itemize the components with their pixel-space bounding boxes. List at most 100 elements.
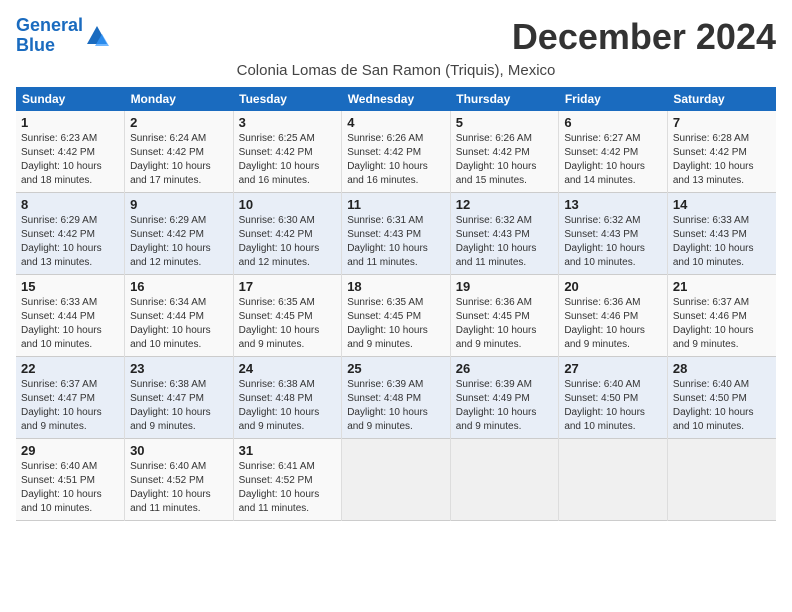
day-info: Sunrise: 6:26 AMSunset: 4:42 PMDaylight:…: [456, 132, 554, 188]
calendar-week-row: 22 Sunrise: 6:37 AMSunset: 4:47 PMDayligh…: [16, 357, 776, 439]
header-tuesday: Tuesday: [233, 87, 342, 111]
calendar-cell: 7 Sunrise: 6:28 AMSunset: 4:42 PMDaylight…: [667, 111, 776, 193]
day-info: Sunrise: 6:33 AMSunset: 4:44 PMDaylight:…: [21, 296, 119, 352]
day-info: Sunrise: 6:24 AMSunset: 4:42 PMDaylight:…: [130, 132, 228, 188]
location-subtitle: Colonia Lomas de San Ramon (Triquis), Me…: [16, 62, 776, 79]
day-info: Sunrise: 6:35 AMSunset: 4:45 PMDaylight:…: [239, 296, 337, 352]
day-info: Sunrise: 6:40 AMSunset: 4:51 PMDaylight:…: [21, 460, 119, 516]
day-number: 5: [456, 115, 554, 130]
day-number: 21: [673, 279, 771, 294]
day-number: 23: [130, 361, 228, 376]
day-info: Sunrise: 6:40 AMSunset: 4:50 PMDaylight:…: [673, 378, 771, 434]
calendar-cell: 18Sunrise: 6:35 AMSunset: 4:45 PMDayligh…: [342, 275, 451, 357]
calendar-cell: 30Sunrise: 6:40 AMSunset: 4:52 PMDayligh…: [125, 439, 234, 521]
day-number: 19: [456, 279, 554, 294]
calendar-cell: 25Sunrise: 6:39 AMSunset: 4:48 PMDayligh…: [342, 357, 451, 439]
calendar-cell: 29 Sunrise: 6:40 AMSunset: 4:51 PMDayligh…: [16, 439, 125, 521]
calendar-cell: 28 Sunrise: 6:40 AMSunset: 4:50 PMDayligh…: [667, 357, 776, 439]
day-number: 14: [673, 197, 771, 212]
calendar-cell: 13 Sunrise: 6:32 AMSunset: 4:43 PMDayligh…: [559, 193, 668, 275]
day-number: 15: [21, 279, 119, 294]
day-info: Sunrise: 6:23 AMSunset: 4:42 PMDaylight:…: [21, 132, 119, 188]
header-sunday: Sunday: [16, 87, 125, 111]
calendar-cell: 8 Sunrise: 6:29 AMSunset: 4:42 PMDaylight…: [16, 193, 125, 275]
day-info: Sunrise: 6:32 AMSunset: 4:43 PMDaylight:…: [564, 214, 662, 270]
day-number: 22: [21, 361, 119, 376]
header-friday: Friday: [559, 87, 668, 111]
calendar-week-row: 8 Sunrise: 6:29 AMSunset: 4:42 PMDaylight…: [16, 193, 776, 275]
day-info: Sunrise: 6:29 AMSunset: 4:42 PMDaylight:…: [21, 214, 119, 270]
day-number: 17: [239, 279, 337, 294]
day-number: 26: [456, 361, 554, 376]
day-number: 11: [347, 197, 445, 212]
calendar-cell: 14Sunrise: 6:33 AMSunset: 4:43 PMDayligh…: [667, 193, 776, 275]
day-number: 28: [673, 361, 771, 376]
day-number: 4: [347, 115, 445, 130]
calendar-cell: [450, 439, 559, 521]
day-number: 29: [21, 443, 119, 458]
day-info: Sunrise: 6:40 AMSunset: 4:52 PMDaylight:…: [130, 460, 228, 516]
calendar-cell: [559, 439, 668, 521]
day-number: 8: [21, 197, 119, 212]
calendar-cell: [667, 439, 776, 521]
calendar-cell: 6 Sunrise: 6:27 AMSunset: 4:42 PMDaylight…: [559, 111, 668, 193]
calendar-cell: 27Sunrise: 6:40 AMSunset: 4:50 PMDayligh…: [559, 357, 668, 439]
day-number: 31: [239, 443, 337, 458]
calendar-cell: 16 Sunrise: 6:34 AMSunset: 4:44 PMDayligh…: [125, 275, 234, 357]
calendar-cell: 2Sunrise: 6:24 AMSunset: 4:42 PMDaylight…: [125, 111, 234, 193]
page-header: GeneralBlue December 2024: [16, 16, 776, 58]
day-info: Sunrise: 6:25 AMSunset: 4:42 PMDaylight:…: [239, 132, 337, 188]
calendar-cell: 3 Sunrise: 6:25 AMSunset: 4:42 PMDaylight…: [233, 111, 342, 193]
day-info: Sunrise: 6:35 AMSunset: 4:45 PMDaylight:…: [347, 296, 445, 352]
calendar-cell: 15 Sunrise: 6:33 AMSunset: 4:44 PMDayligh…: [16, 275, 125, 357]
header-saturday: Saturday: [667, 87, 776, 111]
day-info: Sunrise: 6:41 AMSunset: 4:52 PMDaylight:…: [239, 460, 337, 516]
day-info: Sunrise: 6:37 AMSunset: 4:46 PMDaylight:…: [673, 296, 771, 352]
day-info: Sunrise: 6:27 AMSunset: 4:42 PMDaylight:…: [564, 132, 662, 188]
day-info: Sunrise: 6:29 AMSunset: 4:42 PMDaylight:…: [130, 214, 228, 270]
day-info: Sunrise: 6:28 AMSunset: 4:42 PMDaylight:…: [673, 132, 771, 188]
calendar-cell: 17 Sunrise: 6:35 AMSunset: 4:45 PMDayligh…: [233, 275, 342, 357]
calendar-cell: 12Sunrise: 6:32 AMSunset: 4:43 PMDayligh…: [450, 193, 559, 275]
logo-block: GeneralBlue: [16, 16, 111, 56]
day-info: Sunrise: 6:34 AMSunset: 4:44 PMDaylight:…: [130, 296, 228, 352]
day-number: 10: [239, 197, 337, 212]
day-info: Sunrise: 6:38 AMSunset: 4:47 PMDaylight:…: [130, 378, 228, 434]
logo-text: GeneralBlue: [16, 16, 83, 56]
calendar-cell: 31 Sunrise: 6:41 AMSunset: 4:52 PMDayligh…: [233, 439, 342, 521]
day-number: 3: [239, 115, 337, 130]
calendar-table: SundayMondayTuesdayWednesdayThursdayFrid…: [16, 87, 776, 521]
day-number: 16: [130, 279, 228, 294]
logo-icon: [85, 24, 109, 48]
day-number: 27: [564, 361, 662, 376]
calendar-cell: 1 Sunrise: 6:23 AMSunset: 4:42 PMDaylight…: [16, 111, 125, 193]
day-number: 1: [21, 115, 119, 130]
calendar-cell: [342, 439, 451, 521]
day-number: 24: [239, 361, 337, 376]
day-number: 20: [564, 279, 662, 294]
calendar-cell: 23 Sunrise: 6:38 AMSunset: 4:47 PMDayligh…: [125, 357, 234, 439]
day-number: 6: [564, 115, 662, 130]
calendar-cell: 22 Sunrise: 6:37 AMSunset: 4:47 PMDayligh…: [16, 357, 125, 439]
day-info: Sunrise: 6:36 AMSunset: 4:46 PMDaylight:…: [564, 296, 662, 352]
logo: GeneralBlue: [16, 16, 111, 56]
header-thursday: Thursday: [450, 87, 559, 111]
day-info: Sunrise: 6:32 AMSunset: 4:43 PMDaylight:…: [456, 214, 554, 270]
calendar-week-row: 1 Sunrise: 6:23 AMSunset: 4:42 PMDaylight…: [16, 111, 776, 193]
calendar-cell: 24Sunrise: 6:38 AMSunset: 4:48 PMDayligh…: [233, 357, 342, 439]
calendar-cell: 26Sunrise: 6:39 AMSunset: 4:49 PMDayligh…: [450, 357, 559, 439]
calendar-header-row: SundayMondayTuesdayWednesdayThursdayFrid…: [16, 87, 776, 111]
day-number: 9: [130, 197, 228, 212]
calendar-cell: 20 Sunrise: 6:36 AMSunset: 4:46 PMDayligh…: [559, 275, 668, 357]
calendar-cell: 10Sunrise: 6:30 AMSunset: 4:42 PMDayligh…: [233, 193, 342, 275]
day-info: Sunrise: 6:37 AMSunset: 4:47 PMDaylight:…: [21, 378, 119, 434]
day-info: Sunrise: 6:31 AMSunset: 4:43 PMDaylight:…: [347, 214, 445, 270]
calendar-week-row: 29 Sunrise: 6:40 AMSunset: 4:51 PMDayligh…: [16, 439, 776, 521]
calendar-cell: 5 Sunrise: 6:26 AMSunset: 4:42 PMDaylight…: [450, 111, 559, 193]
calendar-cell: 21 Sunrise: 6:37 AMSunset: 4:46 PMDayligh…: [667, 275, 776, 357]
day-number: 13: [564, 197, 662, 212]
calendar-cell: 19Sunrise: 6:36 AMSunset: 4:45 PMDayligh…: [450, 275, 559, 357]
calendar-cell: 9 Sunrise: 6:29 AMSunset: 4:42 PMDaylight…: [125, 193, 234, 275]
day-number: 7: [673, 115, 771, 130]
calendar-cell: 4Sunrise: 6:26 AMSunset: 4:42 PMDaylight…: [342, 111, 451, 193]
